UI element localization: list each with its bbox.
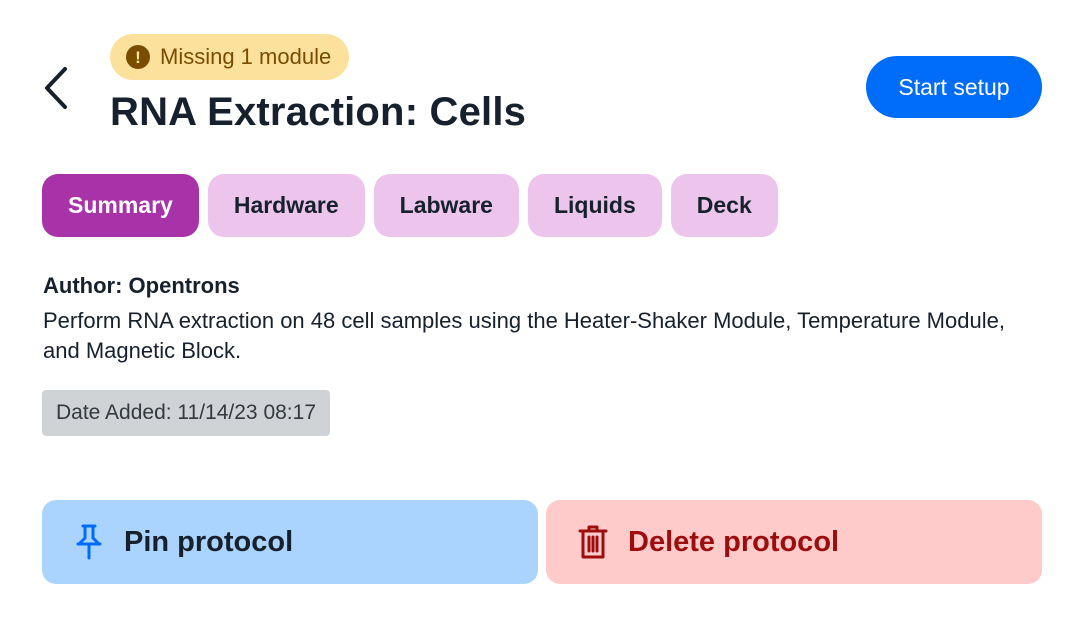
author-label: Author: Opentrons (43, 273, 240, 298)
tab-labware[interactable]: Labware (373, 174, 519, 237)
missing-module-badge: ! Missing 1 module (110, 34, 350, 80)
trash-icon (578, 525, 608, 559)
tab-bar: Summary Hardware Labware Liquids Deck (42, 174, 778, 237)
tab-deck[interactable]: Deck (670, 174, 778, 237)
date-added-label: Date Added: 11/14/23 08:17 (56, 401, 316, 424)
pin-protocol-button[interactable]: Pin protocol (42, 500, 538, 584)
pin-icon (76, 524, 102, 560)
chevron-left-icon (45, 67, 67, 109)
tab-hardware[interactable]: Hardware (207, 174, 365, 237)
warning-icon: ! (126, 45, 150, 69)
delete-protocol-button[interactable]: Delete protocol (546, 500, 1042, 584)
delete-protocol-label: Delete protocol (628, 525, 840, 558)
pin-protocol-label: Pin protocol (124, 525, 294, 558)
back-button[interactable] (36, 62, 76, 114)
page-title: RNA Extraction: Cells (110, 90, 527, 134)
badge-label: Missing 1 module (160, 44, 332, 69)
protocol-description: Perform RNA extraction on 48 cell sample… (43, 308, 1005, 363)
date-added-chip: Date Added: 11/14/23 08:17 (42, 390, 330, 436)
tab-liquids[interactable]: Liquids (527, 174, 662, 237)
start-setup-button[interactable]: Start setup (866, 56, 1042, 118)
tab-summary[interactable]: Summary (42, 174, 199, 237)
